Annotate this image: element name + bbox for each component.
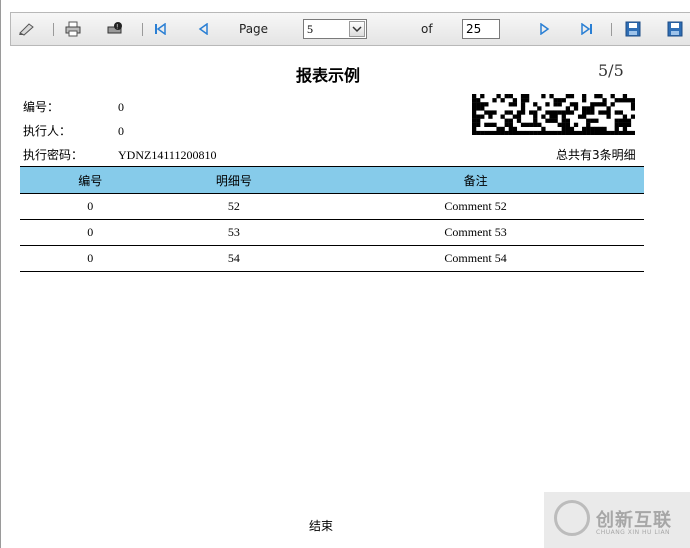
barcode-2d bbox=[472, 94, 635, 135]
print-setup-icon[interactable]: ! bbox=[105, 20, 125, 38]
save-icon[interactable] bbox=[623, 20, 643, 38]
cell-remark: Comment 54 bbox=[307, 245, 644, 272]
svg-text:!: ! bbox=[116, 24, 118, 31]
cell-detail-number: 53 bbox=[160, 219, 308, 246]
summary-text: 总共有3条明细 bbox=[556, 148, 636, 162]
cell-number: 0 bbox=[20, 219, 161, 246]
page-select[interactable]: 5 bbox=[303, 19, 367, 39]
column-header-number: 编号 bbox=[20, 166, 161, 194]
report-title: 报表示例 bbox=[296, 66, 361, 85]
page-select-value: 5 bbox=[307, 22, 313, 36]
report-footer: 结束 bbox=[309, 519, 334, 533]
field-label-executor: 执行人： bbox=[23, 124, 72, 138]
logo-icon bbox=[554, 500, 590, 536]
edit-icon[interactable] bbox=[17, 20, 37, 38]
table-row: 0 52 Comment 52 bbox=[20, 193, 644, 220]
report-toolbar: ! Page 5 of 25 bbox=[10, 12, 690, 46]
detail-table: 编号 明细号 备注 0 52 Comment 52 0 53 Comment 5… bbox=[20, 166, 644, 272]
cell-number: 0 bbox=[20, 245, 161, 272]
previous-page-icon[interactable] bbox=[193, 20, 213, 38]
field-label-password: 执行密码： bbox=[23, 148, 84, 162]
print-icon[interactable] bbox=[63, 20, 83, 38]
window-left-border bbox=[0, 0, 1, 548]
of-label: of bbox=[421, 22, 433, 36]
field-label-number: 编号： bbox=[23, 100, 60, 114]
field-value-password: YDNZ14111200810 bbox=[118, 148, 217, 162]
cell-remark: Comment 53 bbox=[307, 219, 644, 246]
cell-number: 0 bbox=[20, 193, 161, 220]
total-pages-field: 25 bbox=[462, 19, 500, 39]
field-value-executor: 0 bbox=[118, 124, 124, 138]
field-value-number: 0 bbox=[118, 100, 124, 114]
next-page-icon[interactable] bbox=[535, 20, 555, 38]
cell-remark: Comment 52 bbox=[307, 193, 644, 220]
export-save-icon[interactable] bbox=[665, 20, 685, 38]
cell-detail-number: 54 bbox=[160, 245, 308, 272]
table-row: 0 53 Comment 53 bbox=[20, 219, 644, 246]
page-label: Page bbox=[239, 22, 269, 36]
watermark-logo: 创新互联 CHUANG XIN HU LIAN bbox=[544, 492, 690, 548]
chevron-down-icon[interactable] bbox=[349, 21, 365, 37]
page-indicator: 5/5 bbox=[598, 61, 624, 80]
table-row: 0 54 Comment 54 bbox=[20, 245, 644, 272]
table-header-row: 编号 明细号 备注 bbox=[20, 166, 644, 194]
last-page-icon[interactable] bbox=[577, 20, 597, 38]
first-page-icon[interactable] bbox=[150, 20, 170, 38]
column-header-detail-number: 明细号 bbox=[160, 166, 308, 194]
cell-detail-number: 52 bbox=[160, 193, 308, 220]
column-header-remark: 备注 bbox=[307, 166, 644, 194]
watermark-sub: CHUANG XIN HU LIAN bbox=[596, 529, 671, 536]
